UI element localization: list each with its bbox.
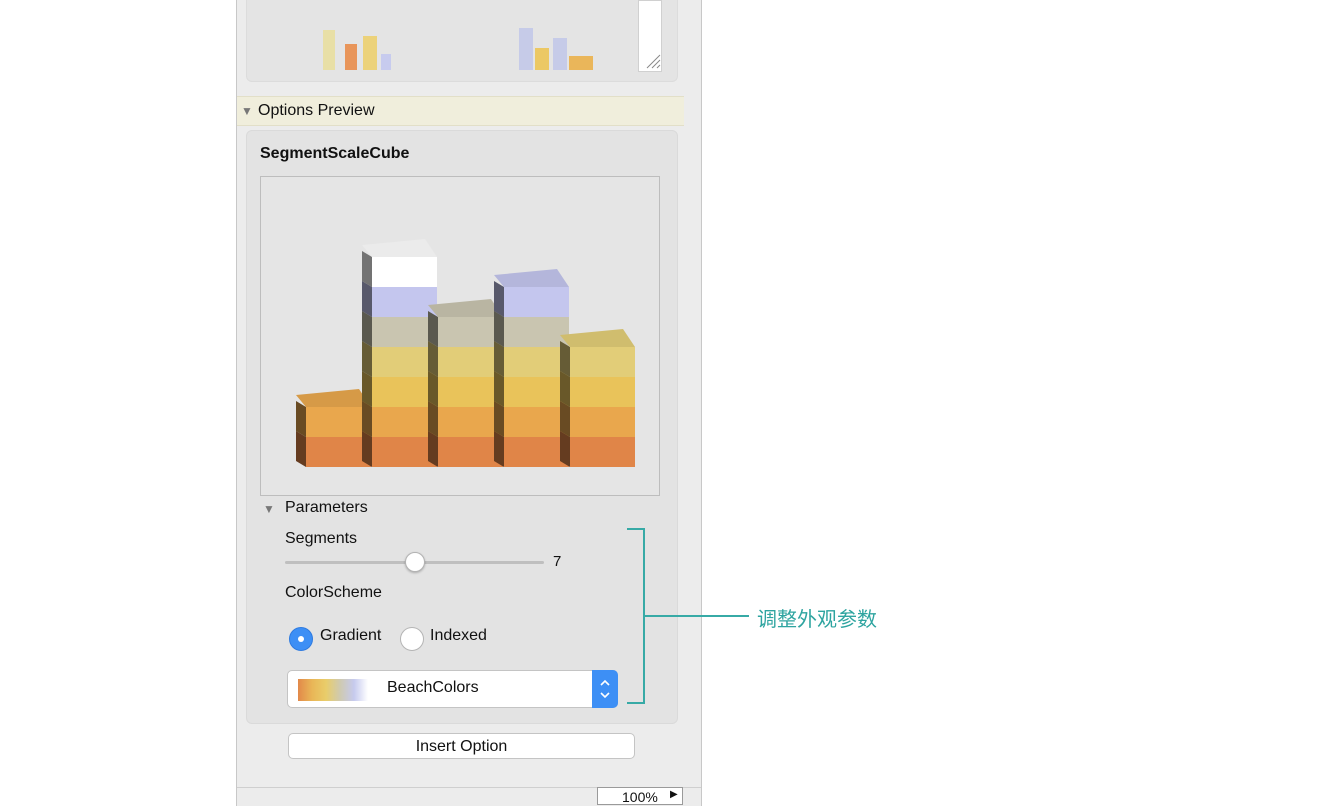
segments-label: Segments — [285, 530, 358, 547]
chart-bar-top — [494, 269, 569, 287]
color-scheme-select[interactable]: BeachColors — [287, 670, 618, 708]
chart-segment — [306, 407, 371, 437]
chart-segment — [438, 437, 503, 467]
thumbnail-1 — [323, 30, 391, 70]
chart-segment — [570, 407, 635, 437]
chart-bar-top — [296, 389, 371, 407]
chart-segment — [372, 377, 437, 407]
parameters-label: Parameters — [285, 499, 368, 516]
plot-preview-frame — [260, 176, 660, 496]
chart-segment — [504, 287, 569, 317]
chart-segment-side — [560, 401, 570, 437]
chart-segment — [306, 437, 371, 467]
indexed-radio-label[interactable]: Indexed — [430, 627, 487, 645]
chart-segment — [438, 347, 503, 377]
chart-segment-side — [362, 431, 372, 467]
segments-slider-knob[interactable] — [404, 552, 425, 572]
chart-segment-side — [560, 371, 570, 407]
thumbnail-2 — [519, 28, 593, 70]
gradient-radio[interactable] — [289, 627, 313, 651]
chart-segment — [504, 437, 569, 467]
chart-segment-side — [428, 311, 438, 347]
annotation-bracket — [627, 528, 645, 704]
chart-segment — [372, 257, 437, 287]
segments-value: 7 — [553, 553, 562, 570]
chart-bar-2 — [362, 239, 437, 467]
chart-bar-top — [428, 299, 503, 317]
options-preview-header[interactable]: ▼ Options Preview — [237, 96, 684, 126]
chart-segment — [504, 347, 569, 377]
chart-segment — [372, 317, 437, 347]
chart-bar-1 — [296, 389, 371, 467]
chart-segment-side — [428, 341, 438, 377]
chart-segment-side — [362, 401, 372, 437]
chart-segment — [504, 407, 569, 437]
chart-segment-side — [362, 311, 372, 347]
zoom-control[interactable]: 100% ▶ — [597, 787, 683, 805]
thumbnail-gallery[interactable] — [246, 0, 678, 82]
chart-segment-side — [494, 341, 504, 377]
chart-segment — [504, 317, 569, 347]
chart-segment — [570, 377, 635, 407]
chart-segment — [504, 377, 569, 407]
insert-option-button[interactable]: Insert Option — [288, 733, 635, 759]
segment-cube-chart — [296, 239, 635, 467]
options-preview-title: Options Preview — [258, 102, 375, 119]
chart-segment — [372, 347, 437, 377]
chart-bar-top — [362, 239, 437, 257]
resize-grip[interactable] — [638, 0, 662, 72]
indexed-radio[interactable] — [400, 627, 424, 651]
resize-grip-icon — [646, 54, 661, 69]
chart-segment — [438, 317, 503, 347]
annotation-connector — [645, 615, 749, 617]
chart-segment-side — [296, 431, 306, 467]
chart-segment-side — [296, 401, 306, 437]
chart-segment-side — [362, 371, 372, 407]
chart-bar-5 — [560, 329, 635, 467]
thumbnail-icons — [323, 28, 593, 70]
color-gradient-swatch — [298, 679, 368, 701]
chevron-up-down-icon — [600, 679, 610, 699]
chart-segment — [570, 437, 635, 467]
chart-segment-side — [560, 341, 570, 377]
chart-segment-side — [362, 341, 372, 377]
chart-segment — [570, 347, 635, 377]
annotation-text: 调整外观参数 — [757, 609, 877, 631]
chart-segment-side — [428, 401, 438, 437]
chart-segment-side — [494, 281, 504, 317]
gradient-radio-label[interactable]: Gradient — [320, 627, 381, 645]
chart-segment-side — [494, 401, 504, 437]
chart-segment — [372, 287, 437, 317]
chart-bar-4 — [494, 269, 569, 467]
parameters-disclosure-icon[interactable]: ▼ — [263, 502, 275, 516]
chart-segment-side — [362, 251, 372, 287]
chart-segment-side — [428, 431, 438, 467]
chart-segment — [438, 407, 503, 437]
chart-segment-side — [494, 311, 504, 347]
chart-segment-side — [494, 371, 504, 407]
zoom-menu-arrow-icon[interactable]: ▶ — [670, 789, 678, 800]
plot-name: SegmentScaleCube — [260, 145, 410, 162]
colorscheme-label: ColorScheme — [285, 584, 382, 601]
color-scheme-value: BeachColors — [387, 679, 479, 696]
zoom-value: 100% — [622, 789, 658, 805]
chart-segment-side — [560, 431, 570, 467]
chart-segment-side — [428, 371, 438, 407]
chart-bar-3 — [428, 299, 503, 467]
chart-segment — [372, 407, 437, 437]
disclosure-triangle-icon[interactable]: ▼ — [241, 104, 253, 118]
chart-segment — [372, 437, 437, 467]
select-stepper-arrows[interactable] — [592, 670, 618, 708]
chart-segment-side — [362, 281, 372, 317]
chart-segment — [438, 377, 503, 407]
chart-segment-side — [494, 431, 504, 467]
chart-bar-top — [560, 329, 635, 347]
